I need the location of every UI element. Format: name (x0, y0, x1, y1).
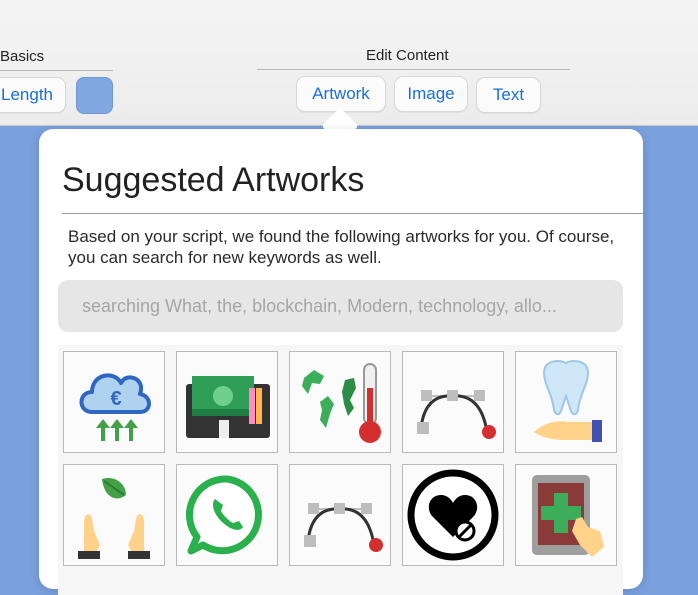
length-button[interactable]: Length (0, 77, 66, 113)
artwork-tile[interactable] (402, 351, 504, 453)
svg-text:€: € (110, 388, 121, 410)
edit-content-divider (257, 69, 570, 70)
tab-text[interactable]: Text (476, 77, 541, 113)
popover-title: Suggested Artworks (62, 161, 365, 199)
bezier-curve-icon (304, 503, 383, 552)
color-swatch-button[interactable] (76, 77, 113, 114)
heart-blocked-icon (407, 469, 499, 561)
popover-description: Based on your script, we found the follo… (68, 227, 615, 267)
artwork-tile[interactable] (289, 464, 391, 566)
artwork-tile[interactable] (515, 351, 617, 453)
suggested-artworks-popover: Suggested Artworks Based on your script,… (39, 129, 643, 595)
money-wallet-icon (186, 376, 270, 438)
toolbar: Basics Length Edit Content Artwork Image… (0, 0, 698, 126)
artwork-tile[interactable] (289, 351, 391, 453)
artwork-search-input[interactable] (58, 280, 623, 332)
title-divider (62, 213, 643, 214)
bezier-curve-icon (417, 390, 496, 439)
whatsapp-icon (185, 475, 262, 555)
basics-group-title: Basics (0, 48, 45, 65)
tab-artwork[interactable]: Artwork (296, 76, 386, 112)
climate-thermometer-icon (302, 363, 381, 443)
edit-content-group-title: Edit Content (366, 47, 449, 64)
artwork-tile[interactable]: € (63, 351, 165, 453)
cloud-euro-upload-icon: € (79, 373, 151, 441)
artwork-tile[interactable] (63, 464, 165, 566)
artwork-tile[interactable] (176, 464, 278, 566)
artwork-tile[interactable] (515, 464, 617, 566)
basics-divider (0, 70, 113, 71)
tablet-medical-cross-icon (532, 475, 604, 557)
tooth-hand-icon (534, 360, 602, 442)
artwork-tile[interactable] (402, 464, 504, 566)
tab-image[interactable]: Image (394, 76, 468, 112)
artwork-tile[interactable] (176, 351, 278, 453)
artwork-grid: € (58, 345, 623, 595)
hands-leaf-icon (78, 477, 150, 559)
